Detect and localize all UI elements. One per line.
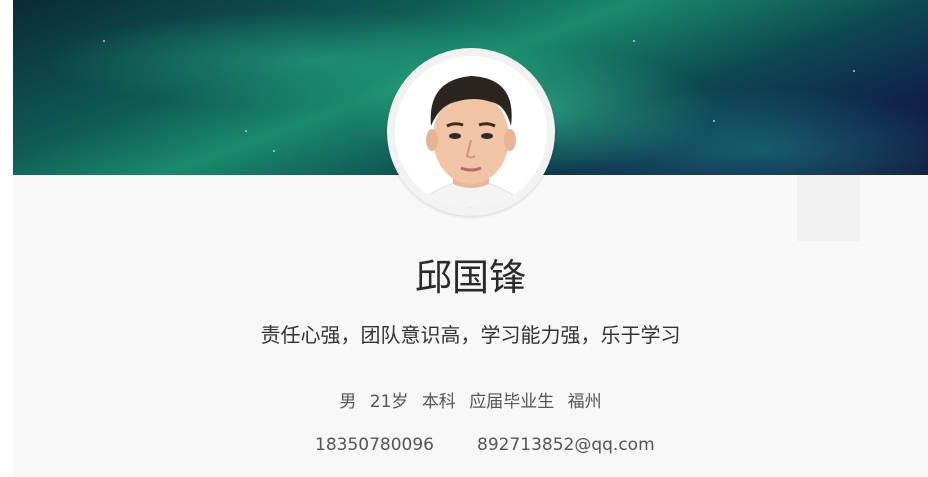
star [713,120,715,122]
gender-text: 男 [339,392,357,412]
city-text: 福州 [567,392,602,412]
resume-card: 邱国锋 责任心强，团队意识高，学习能力强，乐于学习 男 21岁 本科 应届毕业生… [13,0,928,477]
education-text: 本科 [421,392,456,412]
avatar [395,56,547,208]
graduate-status-text: 应届毕业生 [469,392,555,412]
self-evaluation: 责任心强，团队意识高，学习能力强，乐于学习 [260,323,681,347]
star [853,70,855,72]
star [245,130,247,132]
side-placeholder-block [797,175,860,241]
avatar-frame [387,48,555,216]
phone-number: 18350780096 [315,435,434,455]
star [273,150,275,152]
basic-info-row: 男 21岁 本科 应届毕业生 福州 [13,389,928,415]
email-address: 892713852@qq.com [477,435,655,455]
star [103,40,105,42]
avatar-portrait [395,56,547,208]
age-text: 21岁 [369,392,409,412]
star [633,40,635,42]
candidate-name: 邱国锋 [415,256,526,299]
